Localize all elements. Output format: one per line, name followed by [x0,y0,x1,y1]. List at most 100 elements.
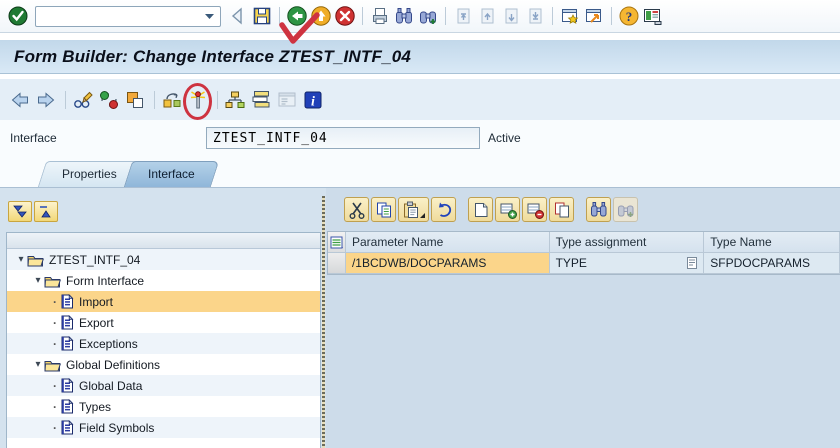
document-icon [61,420,74,435]
tab-properties[interactable]: Properties [42,161,137,187]
tab-strip: Properties Interface [0,157,840,187]
sap-gui-window: ? Form Builder: Change Interface ZTEST_I… [0,0,840,448]
toolbar-separator [445,7,446,25]
copy-button[interactable] [371,197,396,222]
find-button[interactable] [586,197,611,222]
print-icon[interactable] [368,4,392,28]
tree-items: ▾ ZTEST_INTF_04 ▾ Form Interface · Import · Exp… [7,249,320,438]
expander-icon[interactable]: ▾ [32,275,44,286]
transfer-icon[interactable] [160,88,184,112]
main-area: ▾ ZTEST_INTF_04 ▾ Form Interface · Import · Exp… [0,187,840,448]
interface-label: Interface [10,131,57,145]
tree-item-exceptions[interactable]: · Exceptions [7,333,320,354]
tree-item-global-data[interactable]: · Global Data [7,375,320,396]
activate-icon[interactable] [186,88,210,112]
copy-icon[interactable] [123,88,147,112]
cut-button[interactable] [344,197,369,222]
document-icon [61,378,74,393]
select-all-icon [330,236,343,248]
tree-item-global-definitions[interactable]: ▾ Global Definitions [7,354,320,375]
parameter-table: Parameter Name Type assignment Type Name… [327,231,840,275]
find-next-icon[interactable] [416,4,440,28]
tab-interface[interactable]: Interface [128,161,215,187]
title-bar: Form Builder: Change Interface ZTEST_INT… [0,40,840,74]
value-list-icon [687,257,698,269]
expand-all-icon [13,205,27,218]
cell-type-assignment[interactable]: TYPE [549,253,705,274]
previous-page-icon[interactable] [475,4,499,28]
expander-icon[interactable]: ▾ [32,359,44,370]
back-icon[interactable] [285,4,309,28]
toolbar-separator [65,90,66,109]
tree-item-export[interactable]: · Export [7,312,320,333]
tree-item-types[interactable]: · Types [7,396,320,417]
svg-text:i: i [311,94,315,109]
back-triangle-icon[interactable] [226,4,250,28]
exit-icon[interactable] [309,4,333,28]
create-shortcut-icon[interactable] [582,4,606,28]
system-toolbar: ? [0,0,840,33]
append-row-button[interactable] [495,197,520,222]
tree-item-label: Form Interface [66,273,145,288]
column-header-parameter-name[interactable]: Parameter Name [345,232,550,253]
expander-icon[interactable]: ▾ [15,254,27,265]
back-arrow-icon[interactable] [8,88,32,112]
parameter-panel: Parameter Name Type assignment Type Name… [326,188,840,448]
last-page-icon[interactable] [523,4,547,28]
tree-item-field-symbols[interactable]: · Field Symbols [7,417,320,438]
interface-name-field[interactable]: ZTEST_INTF_04 [206,127,480,149]
leaf-dot: · [53,294,57,309]
find-icon[interactable] [392,4,416,28]
select-all-header-cell[interactable] [328,232,346,253]
panel-splitter[interactable] [322,196,325,448]
tree-item-label: Global Definitions [66,357,161,372]
info-icon[interactable]: i [301,88,325,112]
check-toggle-icon[interactable] [97,88,121,112]
paste-button[interactable] [398,197,429,222]
duplicate-row-button[interactable] [549,197,574,222]
help-icon[interactable]: ? [617,4,641,28]
row-selector-cell[interactable] [328,253,346,274]
column-header-type-assignment[interactable]: Type assignment [549,232,705,253]
customize-layout-icon[interactable] [641,4,665,28]
next-page-icon[interactable] [499,4,523,28]
tree-item-ztest-intf-04[interactable]: ▾ ZTEST_INTF_04 [7,249,320,270]
duplicate-row-icon [554,202,569,217]
find-next-icon [617,205,633,217]
cancel-icon[interactable] [333,4,357,28]
table-view-icon[interactable] [249,88,273,112]
column-header-type-name[interactable]: Type Name [704,232,840,253]
cut-icon [349,202,364,219]
display-change-icon[interactable] [71,88,95,112]
undo-button[interactable] [431,197,456,222]
table-header-row: Parameter Name Type assignment Type Name [328,232,840,253]
tree-item-form-interface[interactable]: ▾ Form Interface [7,270,320,291]
find-next-button [613,197,638,222]
cell-type-name[interactable]: SFPDOCPARAMS [704,253,840,274]
forward-arrow-icon[interactable] [34,88,58,112]
tree-item-label: Global Data [79,378,143,393]
delete-row-icon [527,203,544,219]
insert-row-icon [500,203,517,219]
new-session-icon[interactable] [558,4,582,28]
table-row: /1BCDWB/DOCPARAMS TYPE SFPDOCPARAMS [328,253,840,274]
collapse-all-button[interactable] [34,201,58,222]
table-body: /1BCDWB/DOCPARAMS TYPE SFPDOCPARAMS [328,253,840,274]
leaf-dot: · [53,378,57,393]
command-field[interactable] [35,5,221,27]
leaf-dot: · [53,336,57,351]
save-icon[interactable] [250,4,274,28]
expand-all-button[interactable] [8,201,32,222]
find-icon [590,201,606,216]
tree-item-import[interactable]: · Import [7,291,320,312]
header-field-row: Interface ZTEST_INTF_04 Active [0,120,840,157]
hierarchy-icon[interactable] [223,88,247,112]
dropdown-icon[interactable] [204,12,215,20]
cell-parameter-name[interactable]: /1BCDWB/DOCPARAMS [345,253,550,274]
insert-line-button[interactable] [468,197,493,222]
delete-row-button[interactable] [522,197,547,222]
first-page-icon[interactable] [451,4,475,28]
enter-icon[interactable] [6,4,30,28]
status-text: Active [488,131,521,145]
leaf-dot: · [53,315,57,330]
